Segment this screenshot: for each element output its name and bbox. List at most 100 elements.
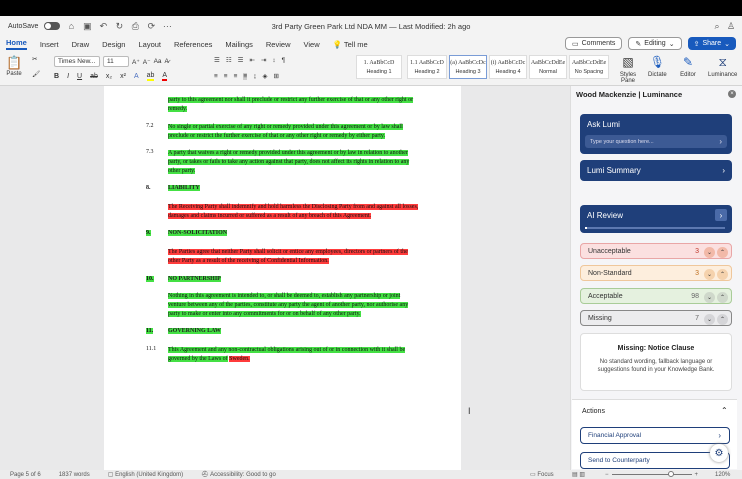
close-icon[interactable]: ×	[728, 90, 736, 98]
style-heading-2[interactable]: 1.1 AaBbCcD Heading 2	[407, 55, 447, 79]
align-right-icon[interactable]: ≡	[234, 73, 238, 80]
settings-gear-icon[interactable]: ⚙	[710, 444, 728, 462]
redo-icon[interactable]: ↻	[114, 21, 124, 32]
account-icon[interactable]: ♙	[726, 21, 736, 32]
save-icon[interactable]: ▣	[82, 21, 92, 32]
multilevel-icon[interactable]: ☰	[238, 56, 244, 64]
shading-icon[interactable]: ◈	[262, 72, 267, 80]
borders-icon[interactable]: ⊞	[273, 72, 278, 80]
tab-home[interactable]: Home	[6, 38, 27, 50]
chevron-down-icon[interactable]: ⌄	[704, 291, 715, 303]
editor-button[interactable]: ✎ Editor	[680, 54, 696, 78]
style-heading-1[interactable]: 1. AaBbCcD Heading 1	[356, 55, 402, 79]
line-spacing-icon[interactable]: ↨	[253, 73, 256, 80]
ask-lumi-input[interactable]: Type your question here... ›	[585, 135, 727, 148]
clause-11-1: This Agreement and any non-contractual o…	[168, 346, 419, 364]
document-page[interactable]	[104, 86, 461, 470]
chevron-down-icon[interactable]: ⌄	[704, 246, 715, 258]
chevron-up-icon[interactable]: ⌃	[717, 246, 728, 258]
bold-icon[interactable]: B	[54, 73, 59, 80]
accessibility-indicator[interactable]: ⛑ Accessibility: Good to go	[201, 471, 276, 478]
chevron-right-icon: ›	[718, 431, 721, 440]
chevron-up-icon[interactable]: ⌃	[717, 313, 728, 325]
refresh-icon[interactable]: ⟳	[146, 21, 156, 32]
strikethrough-icon[interactable]: ab	[90, 73, 98, 80]
numbering-icon[interactable]: ☷	[226, 56, 232, 64]
review-row-non-standard[interactable]: Non-Standard 3 ⌄ ⌃	[580, 265, 732, 281]
send-to-counterparty-button[interactable]: Send to Counterparty	[580, 452, 730, 469]
subscript-icon[interactable]: x₂	[106, 73, 112, 80]
style-normal[interactable]: AaBbCcDdEe Normal	[529, 55, 567, 79]
focus-button[interactable]: ▭ Focus	[530, 471, 554, 478]
styles-pane-button[interactable]: ▧ Styles Pane	[617, 54, 639, 84]
font-size-select[interactable]: 11	[103, 56, 129, 67]
tell-me[interactable]: 💡 Tell me	[333, 40, 368, 49]
comments-button[interactable]: ▭ Comments	[564, 37, 623, 50]
zoom-level[interactable]: 120%	[715, 472, 730, 478]
zoom-thumb[interactable]	[667, 471, 674, 477]
superscript-icon[interactable]: x²	[120, 73, 126, 80]
align-left-icon[interactable]: ≡	[214, 73, 218, 80]
review-row-missing[interactable]: Missing 7 ⌄ ⌃	[580, 310, 732, 326]
paste-button[interactable]: 📋 Paste	[6, 55, 22, 77]
luminance-button[interactable]: ⧖ Luminance	[708, 54, 737, 79]
outdent-icon[interactable]: ⇤	[249, 56, 254, 64]
tab-view[interactable]: View	[303, 40, 319, 49]
chevron-down-icon[interactable]: ⌄	[704, 268, 715, 280]
autosave-toggle[interactable]	[44, 22, 61, 30]
grow-font-icon[interactable]: A⁺	[132, 58, 140, 66]
bullets-icon[interactable]: ☰	[214, 56, 220, 64]
indent-icon[interactable]: ⇥	[261, 56, 266, 64]
financial-approval-button[interactable]: Financial Approval ›	[580, 427, 730, 444]
chevron-down-icon[interactable]: ⌄	[704, 313, 715, 325]
chevron-up-icon[interactable]: ⌃	[717, 291, 728, 303]
tab-review[interactable]: Review	[266, 40, 291, 49]
format-painter-icon[interactable]: 🖌	[32, 70, 40, 78]
underline-icon[interactable]: U	[77, 73, 82, 80]
chevron-up-icon[interactable]: ⌃	[717, 268, 728, 280]
shrink-font-icon[interactable]: A⁻	[143, 58, 151, 66]
print-icon[interactable]: ⎙	[130, 21, 140, 32]
style-heading-3[interactable]: (a) AaBbCcDc Heading 3	[449, 55, 487, 79]
tab-draw[interactable]: Draw	[72, 40, 90, 49]
ai-review-card[interactable]: AI Review ›	[580, 205, 732, 233]
justify-icon[interactable]: ≡	[243, 72, 248, 80]
cut-icon[interactable]: ✂	[32, 55, 37, 63]
review-row-label: Non-Standard	[588, 269, 632, 277]
review-row-acceptable[interactable]: Acceptable 98 ⌄ ⌃	[580, 288, 732, 304]
undo-icon[interactable]: ↶	[98, 21, 108, 32]
lumi-summary-button[interactable]: Lumi Summary ›	[580, 160, 732, 181]
tab-insert[interactable]: Insert	[40, 40, 59, 49]
view-mode-icons[interactable]: ▤ ▥	[572, 471, 585, 478]
sort-icon[interactable]: ↕	[272, 57, 275, 64]
tab-mailings[interactable]: Mailings	[225, 40, 253, 49]
change-case-icon[interactable]: Aa	[154, 58, 162, 65]
more-icon[interactable]: ···	[162, 21, 172, 31]
style-heading-4[interactable]: (i) AaBbCcDc Heading 4	[489, 55, 527, 79]
review-row-unacceptable[interactable]: Unacceptable 3 ⌄ ⌃	[580, 243, 732, 259]
home-icon[interactable]: ⌂	[66, 21, 76, 31]
align-center-icon[interactable]: ≡	[224, 73, 228, 80]
italic-icon[interactable]: I	[67, 73, 69, 80]
font-color-icon[interactable]: A	[162, 72, 168, 81]
text-effects-icon[interactable]: A	[134, 73, 139, 80]
tab-layout[interactable]: Layout	[138, 40, 161, 49]
dictate-button[interactable]: 🎙 Dictate	[648, 54, 667, 78]
style-no-spacing[interactable]: AaBbCcDdEe No Spacing	[569, 55, 609, 79]
zoom-slider[interactable]: − +	[605, 471, 698, 478]
submit-arrow-icon[interactable]: ›	[719, 137, 722, 146]
chevron-up-icon[interactable]: ⌃	[721, 406, 728, 415]
language-label: English (United Kingdom)	[115, 472, 184, 478]
page-count[interactable]: Page 5 of 6	[10, 472, 41, 478]
search-icon[interactable]: ⌕	[712, 21, 722, 32]
font-name-select[interactable]: Times New...	[54, 56, 100, 67]
editing-button[interactable]: ✎ Editing ⌄	[628, 37, 682, 50]
highlight-icon[interactable]: ab	[146, 72, 155, 81]
tab-references[interactable]: References	[174, 40, 212, 49]
clear-format-icon[interactable]: A̷	[165, 58, 169, 65]
language-indicator[interactable]: ▢ English (United Kingdom)	[108, 471, 183, 478]
share-button[interactable]: ⇪ Share ⌄	[687, 37, 736, 50]
tab-design[interactable]: Design	[102, 40, 125, 49]
pilcrow-icon[interactable]: ¶	[282, 57, 286, 64]
word-count[interactable]: 1837 words	[59, 472, 90, 478]
